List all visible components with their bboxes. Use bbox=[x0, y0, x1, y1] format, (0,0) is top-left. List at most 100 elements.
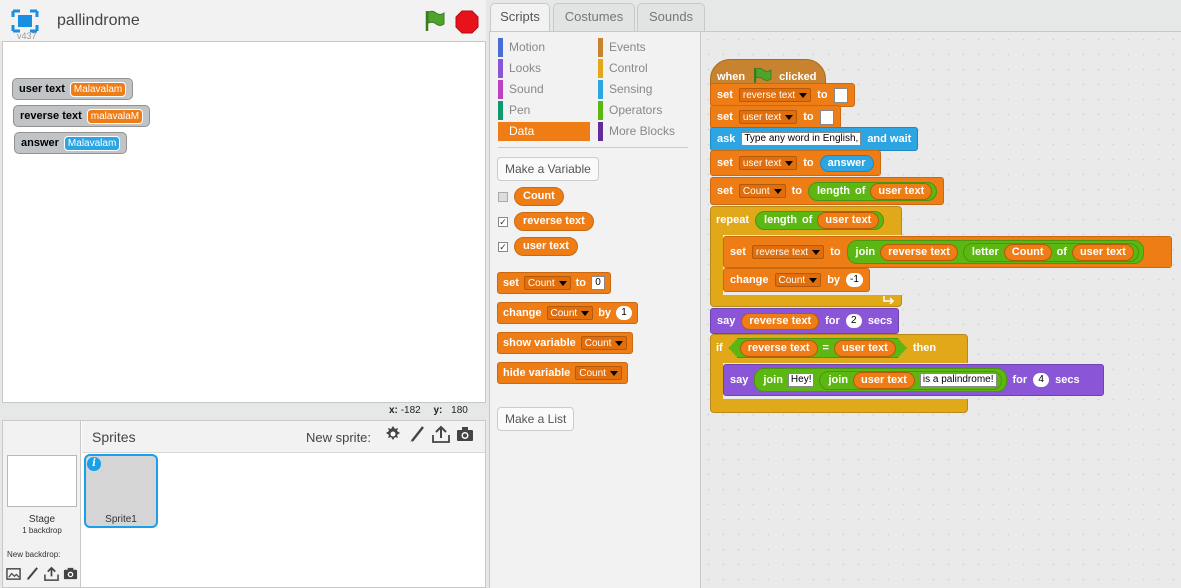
monitor-user-text[interactable]: user text Malavalam bbox=[12, 78, 134, 100]
stop-icon[interactable] bbox=[455, 10, 479, 34]
variable-dropdown[interactable]: Count bbox=[575, 366, 622, 380]
variable-reverse-text[interactable]: reverse text bbox=[514, 212, 594, 231]
monitor-reverse-text[interactable]: reverse text malavalaM bbox=[13, 105, 151, 127]
block-hide-variable[interactable]: hide variable Count bbox=[497, 362, 628, 384]
stage[interactable]: user text Malavalam reverse text malaval… bbox=[2, 41, 486, 403]
variable-dropdown[interactable]: Count bbox=[774, 273, 822, 287]
value-input[interactable]: 1 bbox=[616, 306, 633, 320]
variable-dropdown[interactable]: Count bbox=[523, 276, 571, 290]
variable-dropdown[interactable]: reverse text bbox=[751, 245, 825, 259]
block-say-palindrome[interactable]: say join Hey! join user text is a palind… bbox=[723, 364, 1104, 396]
user-text-reporter[interactable]: user text bbox=[1071, 243, 1134, 261]
camera-icon[interactable] bbox=[456, 425, 474, 443]
paint-brush-icon[interactable] bbox=[25, 566, 40, 581]
tab-sounds[interactable]: Sounds bbox=[637, 3, 705, 31]
new-backdrop-label: New backdrop: bbox=[7, 550, 61, 559]
block-set-reverse-text[interactable]: set reverse text to bbox=[710, 83, 855, 107]
join-reporter[interactable]: join reverse text letter Count of user t… bbox=[846, 240, 1144, 264]
block-ask-and-wait[interactable]: ask Type any word in English, and wait bbox=[710, 127, 919, 151]
sprite-library-icon[interactable] bbox=[384, 425, 402, 443]
join-reporter-inner[interactable]: join user text is a palindrome! bbox=[819, 370, 1002, 390]
block-keyword: if bbox=[716, 342, 723, 354]
category-sound[interactable]: Sound bbox=[498, 80, 590, 99]
category-data[interactable]: Data bbox=[498, 122, 590, 141]
upload-icon[interactable] bbox=[44, 566, 59, 581]
variable-count[interactable]: Count bbox=[514, 187, 564, 206]
block-show-variable[interactable]: show variable Count bbox=[497, 332, 634, 354]
equals-condition[interactable]: reverse text = user text bbox=[729, 338, 907, 358]
secs-input[interactable]: 4 bbox=[1033, 373, 1050, 387]
value-input[interactable]: -1 bbox=[846, 273, 863, 287]
make-list-button[interactable]: Make a List bbox=[497, 407, 575, 431]
variable-dropdown[interactable]: user text bbox=[738, 110, 798, 124]
variable-dropdown[interactable]: Count bbox=[580, 336, 628, 350]
reverse-text-reporter[interactable]: reverse text bbox=[880, 243, 958, 261]
length-of-reporter[interactable]: length of user text bbox=[755, 210, 885, 230]
variable-user-text[interactable]: user text bbox=[514, 237, 578, 256]
loop-arrow-icon bbox=[883, 296, 895, 304]
user-text-reporter[interactable]: user text bbox=[834, 340, 896, 357]
green-flag-icon[interactable] bbox=[422, 9, 446, 33]
reverse-text-reporter[interactable]: reverse text bbox=[740, 340, 818, 357]
sprite-pane: Stage 1 backdrop New backdrop: Sprites N… bbox=[2, 420, 486, 588]
block-say-for-secs[interactable]: say reverse text for 2 secs bbox=[710, 308, 900, 334]
variable-dropdown[interactable]: Count bbox=[546, 306, 594, 320]
block-set-variable[interactable]: set Count to 0 bbox=[497, 272, 611, 294]
category-control[interactable]: Control bbox=[598, 59, 690, 78]
reverse-text-reporter[interactable]: reverse text bbox=[741, 312, 820, 330]
camera-icon[interactable] bbox=[63, 566, 78, 581]
make-variable-button[interactable]: Make a Variable bbox=[497, 157, 599, 181]
length-of-reporter[interactable]: length of user text bbox=[807, 181, 938, 201]
checkbox-reverse-text[interactable]: ✓ bbox=[498, 217, 508, 227]
secs-input[interactable]: 2 bbox=[845, 314, 862, 328]
paint-brush-icon[interactable] bbox=[408, 425, 426, 443]
variable-dropdown[interactable]: reverse text bbox=[738, 88, 812, 102]
question-input[interactable]: Type any word in English, bbox=[741, 132, 862, 146]
category-sensing[interactable]: Sensing bbox=[598, 80, 690, 99]
block-keyword: show variable bbox=[503, 337, 576, 349]
letter-of-reporter[interactable]: letter Count of user text bbox=[962, 242, 1139, 262]
image-library-icon[interactable] bbox=[6, 566, 21, 581]
project-title-input[interactable] bbox=[48, 8, 278, 34]
user-text-reporter[interactable]: user text bbox=[870, 182, 933, 200]
variable-dropdown[interactable]: Count bbox=[738, 184, 786, 198]
value-input[interactable] bbox=[819, 109, 834, 125]
block-change-variable[interactable]: change Count by 1 bbox=[497, 302, 639, 324]
category-label: Operators bbox=[609, 103, 663, 117]
category-events[interactable]: Events bbox=[598, 38, 690, 57]
checkbox-count[interactable] bbox=[498, 192, 508, 202]
text-input[interactable]: is a palindrome! bbox=[919, 373, 997, 387]
variable-dropdown[interactable]: user text bbox=[738, 156, 798, 170]
category-motion[interactable]: Motion bbox=[498, 38, 590, 57]
count-reporter[interactable]: Count bbox=[1003, 243, 1052, 261]
join-reporter[interactable]: join Hey! join user text is a palindrome… bbox=[754, 368, 1007, 392]
block-keyword: when bbox=[717, 71, 746, 83]
fullscreen-icon[interactable] bbox=[11, 9, 39, 33]
info-icon[interactable]: i bbox=[87, 457, 101, 471]
script-area[interactable]: when clicked set reverse text to set use… bbox=[700, 31, 1181, 588]
checkbox-user-text[interactable]: ✓ bbox=[498, 242, 508, 252]
block-set-user-text[interactable]: set user text to bbox=[710, 105, 841, 129]
user-text-reporter[interactable]: user text bbox=[853, 371, 915, 389]
tab-costumes[interactable]: Costumes bbox=[553, 3, 635, 31]
text-input[interactable]: Hey! bbox=[787, 373, 815, 387]
upload-icon[interactable] bbox=[432, 425, 450, 443]
block-set-user-text-answer[interactable]: set user text to answer bbox=[710, 150, 881, 176]
category-looks[interactable]: Looks bbox=[498, 59, 590, 78]
category-color bbox=[598, 122, 603, 141]
monitor-answer[interactable]: answer Malavalam bbox=[14, 132, 128, 154]
category-more-blocks[interactable]: More Blocks bbox=[598, 122, 690, 141]
stage-thumbnail[interactable] bbox=[7, 455, 77, 507]
block-set-count-length[interactable]: set Count to length of user text bbox=[710, 177, 945, 205]
value-input[interactable] bbox=[833, 87, 848, 103]
user-text-reporter[interactable]: user text bbox=[817, 211, 880, 229]
category-operators[interactable]: Operators bbox=[598, 101, 690, 120]
tab-scripts[interactable]: Scripts bbox=[490, 3, 550, 32]
stage-header: v437 bbox=[0, 0, 486, 41]
value-input[interactable]: 0 bbox=[590, 276, 605, 290]
category-pen[interactable]: Pen bbox=[498, 101, 590, 120]
answer-reporter[interactable]: answer bbox=[819, 154, 874, 172]
sprite-tile-sprite1[interactable]: i Sprite1 bbox=[84, 454, 158, 528]
block-change-count[interactable]: change Count by -1 bbox=[723, 268, 870, 292]
block-set-reverse-text-join[interactable]: set reverse text to join reverse text le… bbox=[723, 236, 1172, 268]
